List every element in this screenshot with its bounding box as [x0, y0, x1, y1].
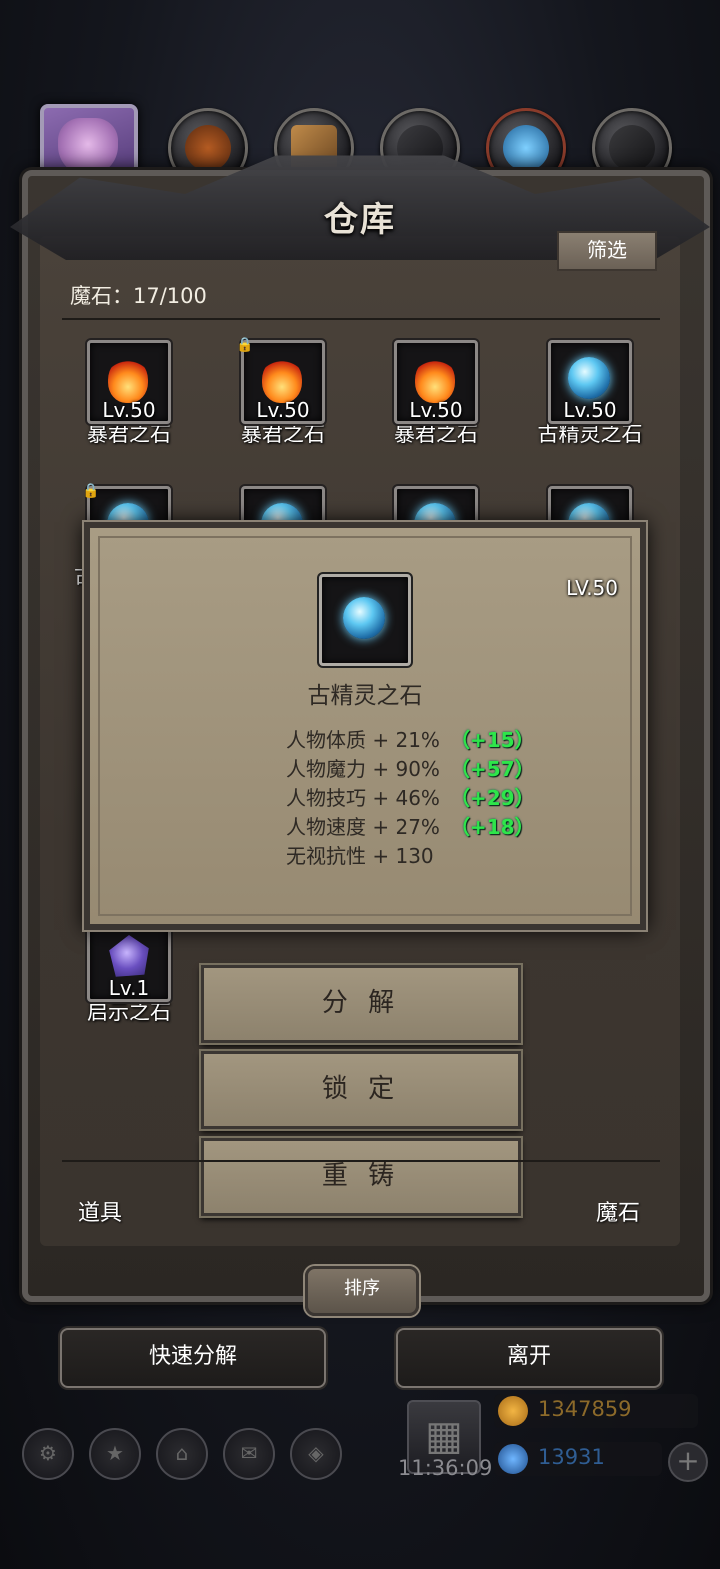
fire-stone-icon: [262, 357, 302, 403]
gem-icon: [498, 1444, 528, 1474]
purple-stone-icon: [109, 935, 149, 977]
boots-icon: [609, 125, 655, 171]
gold-icon: [498, 1396, 528, 1426]
popup-item-slot: [319, 574, 411, 666]
lock-button[interactable]: 锁 定: [201, 1051, 521, 1129]
shop-icon[interactable]: ◈: [290, 1428, 342, 1480]
filter-button[interactable]: 筛选: [557, 231, 657, 271]
stat-row: 人物速度 + 27% （+18）: [286, 813, 535, 842]
item-level: Lv.50: [256, 398, 310, 422]
stat-row: 人物魔力 + 90% （+57）: [286, 755, 535, 784]
leave-button[interactable]: 离开: [396, 1328, 662, 1388]
item-slot: Lv.50: [87, 340, 171, 424]
star-icon[interactable]: ★: [89, 1428, 141, 1480]
capacity-label: 魔石：17/100: [70, 284, 207, 308]
lock-icon: 🔒: [236, 337, 254, 353]
stat-list: 人物体质 + 21% （+15） 人物魔力 + 90% （+57） 人物技巧 + 4…: [286, 726, 535, 871]
item-slot: Lv.50: [394, 340, 478, 424]
blue-crystal-icon: [503, 125, 549, 171]
stat-bonus: （+18）: [449, 815, 535, 839]
top-divider: [62, 318, 660, 320]
clock: 11:36:09: [398, 1456, 493, 1480]
grid-item[interactable]: Lv.50 暴君之石: [59, 340, 199, 448]
stat-bonus: （+57）: [449, 757, 535, 781]
item-detail-popup: LV.50 古精灵之石 人物体质 + 21% （+15） 人物魔力 + 90% （+…: [84, 522, 646, 930]
add-currency-button[interactable]: +: [668, 1442, 708, 1482]
grid-item[interactable]: Lv.1 启示之石: [59, 918, 199, 1026]
quick-decompose-button[interactable]: 快速分解: [60, 1328, 326, 1388]
sort-button[interactable]: 排序: [305, 1266, 419, 1316]
gold-value: 1347859: [538, 1397, 632, 1421]
settings-icon[interactable]: ⚙: [22, 1428, 74, 1480]
grid-item[interactable]: Lv.50 古精灵之石: [520, 340, 660, 448]
popup-item-name: 古精灵之石: [307, 683, 423, 709]
popup-level: LV.50: [566, 576, 618, 600]
item-slot: Lv.50: [548, 340, 632, 424]
gem-counter: 13931: [494, 1442, 662, 1476]
stat-text: 人物速度 + 27%: [286, 815, 440, 839]
gourd-icon: [185, 125, 231, 171]
stat-bonus: （+15）: [449, 728, 535, 752]
mail-icon[interactable]: ✉: [223, 1428, 275, 1480]
stat-text: 人物魔力 + 90%: [286, 757, 440, 781]
blue-stone-icon: [568, 357, 610, 399]
item-slot: Lv.1: [87, 918, 171, 1002]
stat-text: 无视抗性 + 130: [286, 844, 434, 868]
stat-row: 人物技巧 + 46% （+29）: [286, 784, 535, 813]
grid-item[interactable]: Lv.50 暴君之石: [366, 340, 506, 448]
couple-heart-icon: [58, 118, 118, 176]
item-slot: 🔒 Lv.50: [236, 337, 325, 424]
gem-value: 13931: [538, 1445, 605, 1469]
lock-icon: 🔒: [82, 483, 100, 499]
recast-button[interactable]: 重 铸: [201, 1138, 521, 1216]
fire-stone-icon: [415, 357, 455, 403]
house-icon[interactable]: ⌂: [156, 1428, 208, 1480]
decompose-button[interactable]: 分 解: [201, 965, 521, 1043]
stat-text: 人物体质 + 21%: [286, 728, 440, 752]
grid-item[interactable]: 🔒 Lv.50 暴君之石: [213, 337, 353, 448]
fire-stone-icon: [108, 357, 148, 403]
stat-row: 人物体质 + 21% （+15）: [286, 726, 535, 755]
item-level: Lv.50: [102, 398, 156, 422]
item-level: Lv.50: [563, 398, 617, 422]
tab-magic-stones[interactable]: 魔石: [596, 1195, 640, 1227]
stat-row: 无视抗性 + 130: [286, 842, 535, 871]
tab-items[interactable]: 道具: [78, 1195, 122, 1227]
item-level: Lv.50: [409, 398, 463, 422]
blue-stone-icon: [343, 597, 385, 639]
item-level: Lv.1: [108, 976, 150, 1000]
gold-counter: 1347859: [494, 1394, 698, 1428]
stat-text: 人物技巧 + 46%: [286, 786, 440, 810]
stat-bonus: （+29）: [449, 786, 535, 810]
tabs-divider: [62, 1160, 660, 1162]
